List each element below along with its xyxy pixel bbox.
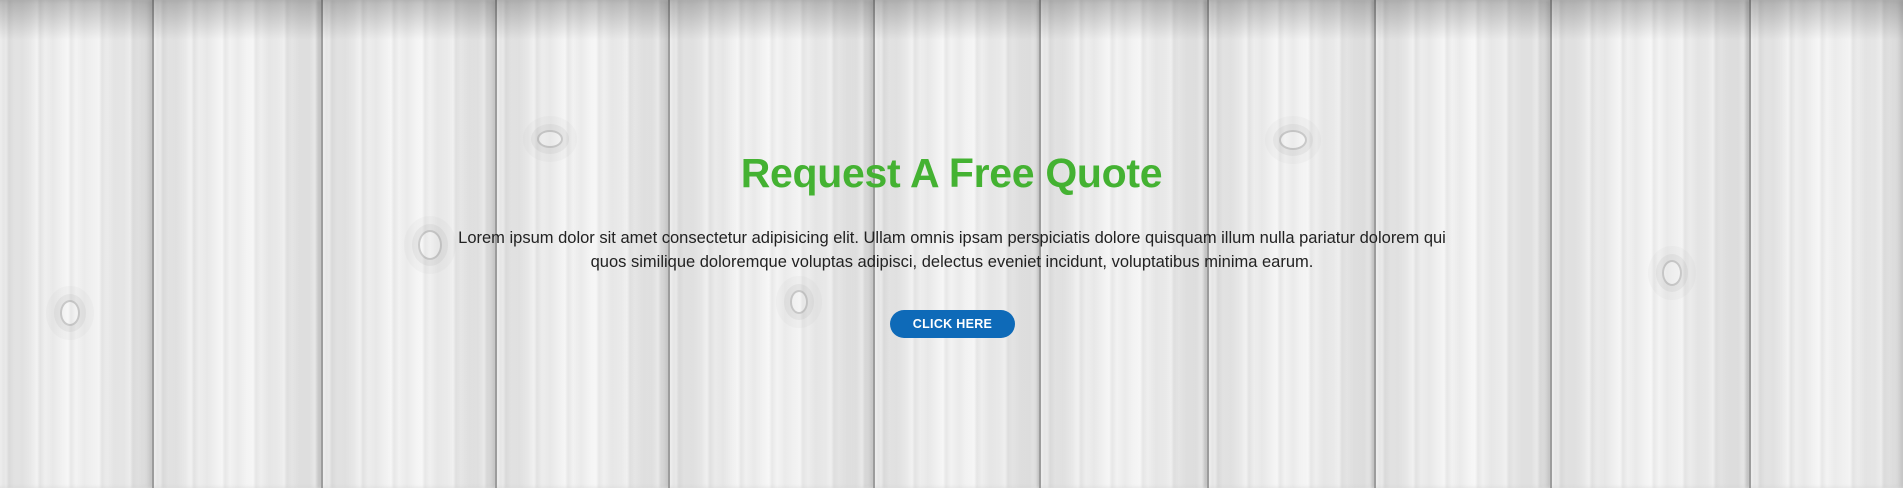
click-here-button[interactable]: CLICK HERE bbox=[890, 310, 1015, 338]
quote-content: Request A Free Quote Lorem ipsum dolor s… bbox=[0, 0, 1903, 488]
section-title: Request A Free Quote bbox=[740, 150, 1163, 196]
quote-hero-section: Request A Free Quote Lorem ipsum dolor s… bbox=[0, 0, 1903, 488]
section-description: Lorem ipsum dolor sit amet consectetur a… bbox=[458, 229, 1446, 271]
